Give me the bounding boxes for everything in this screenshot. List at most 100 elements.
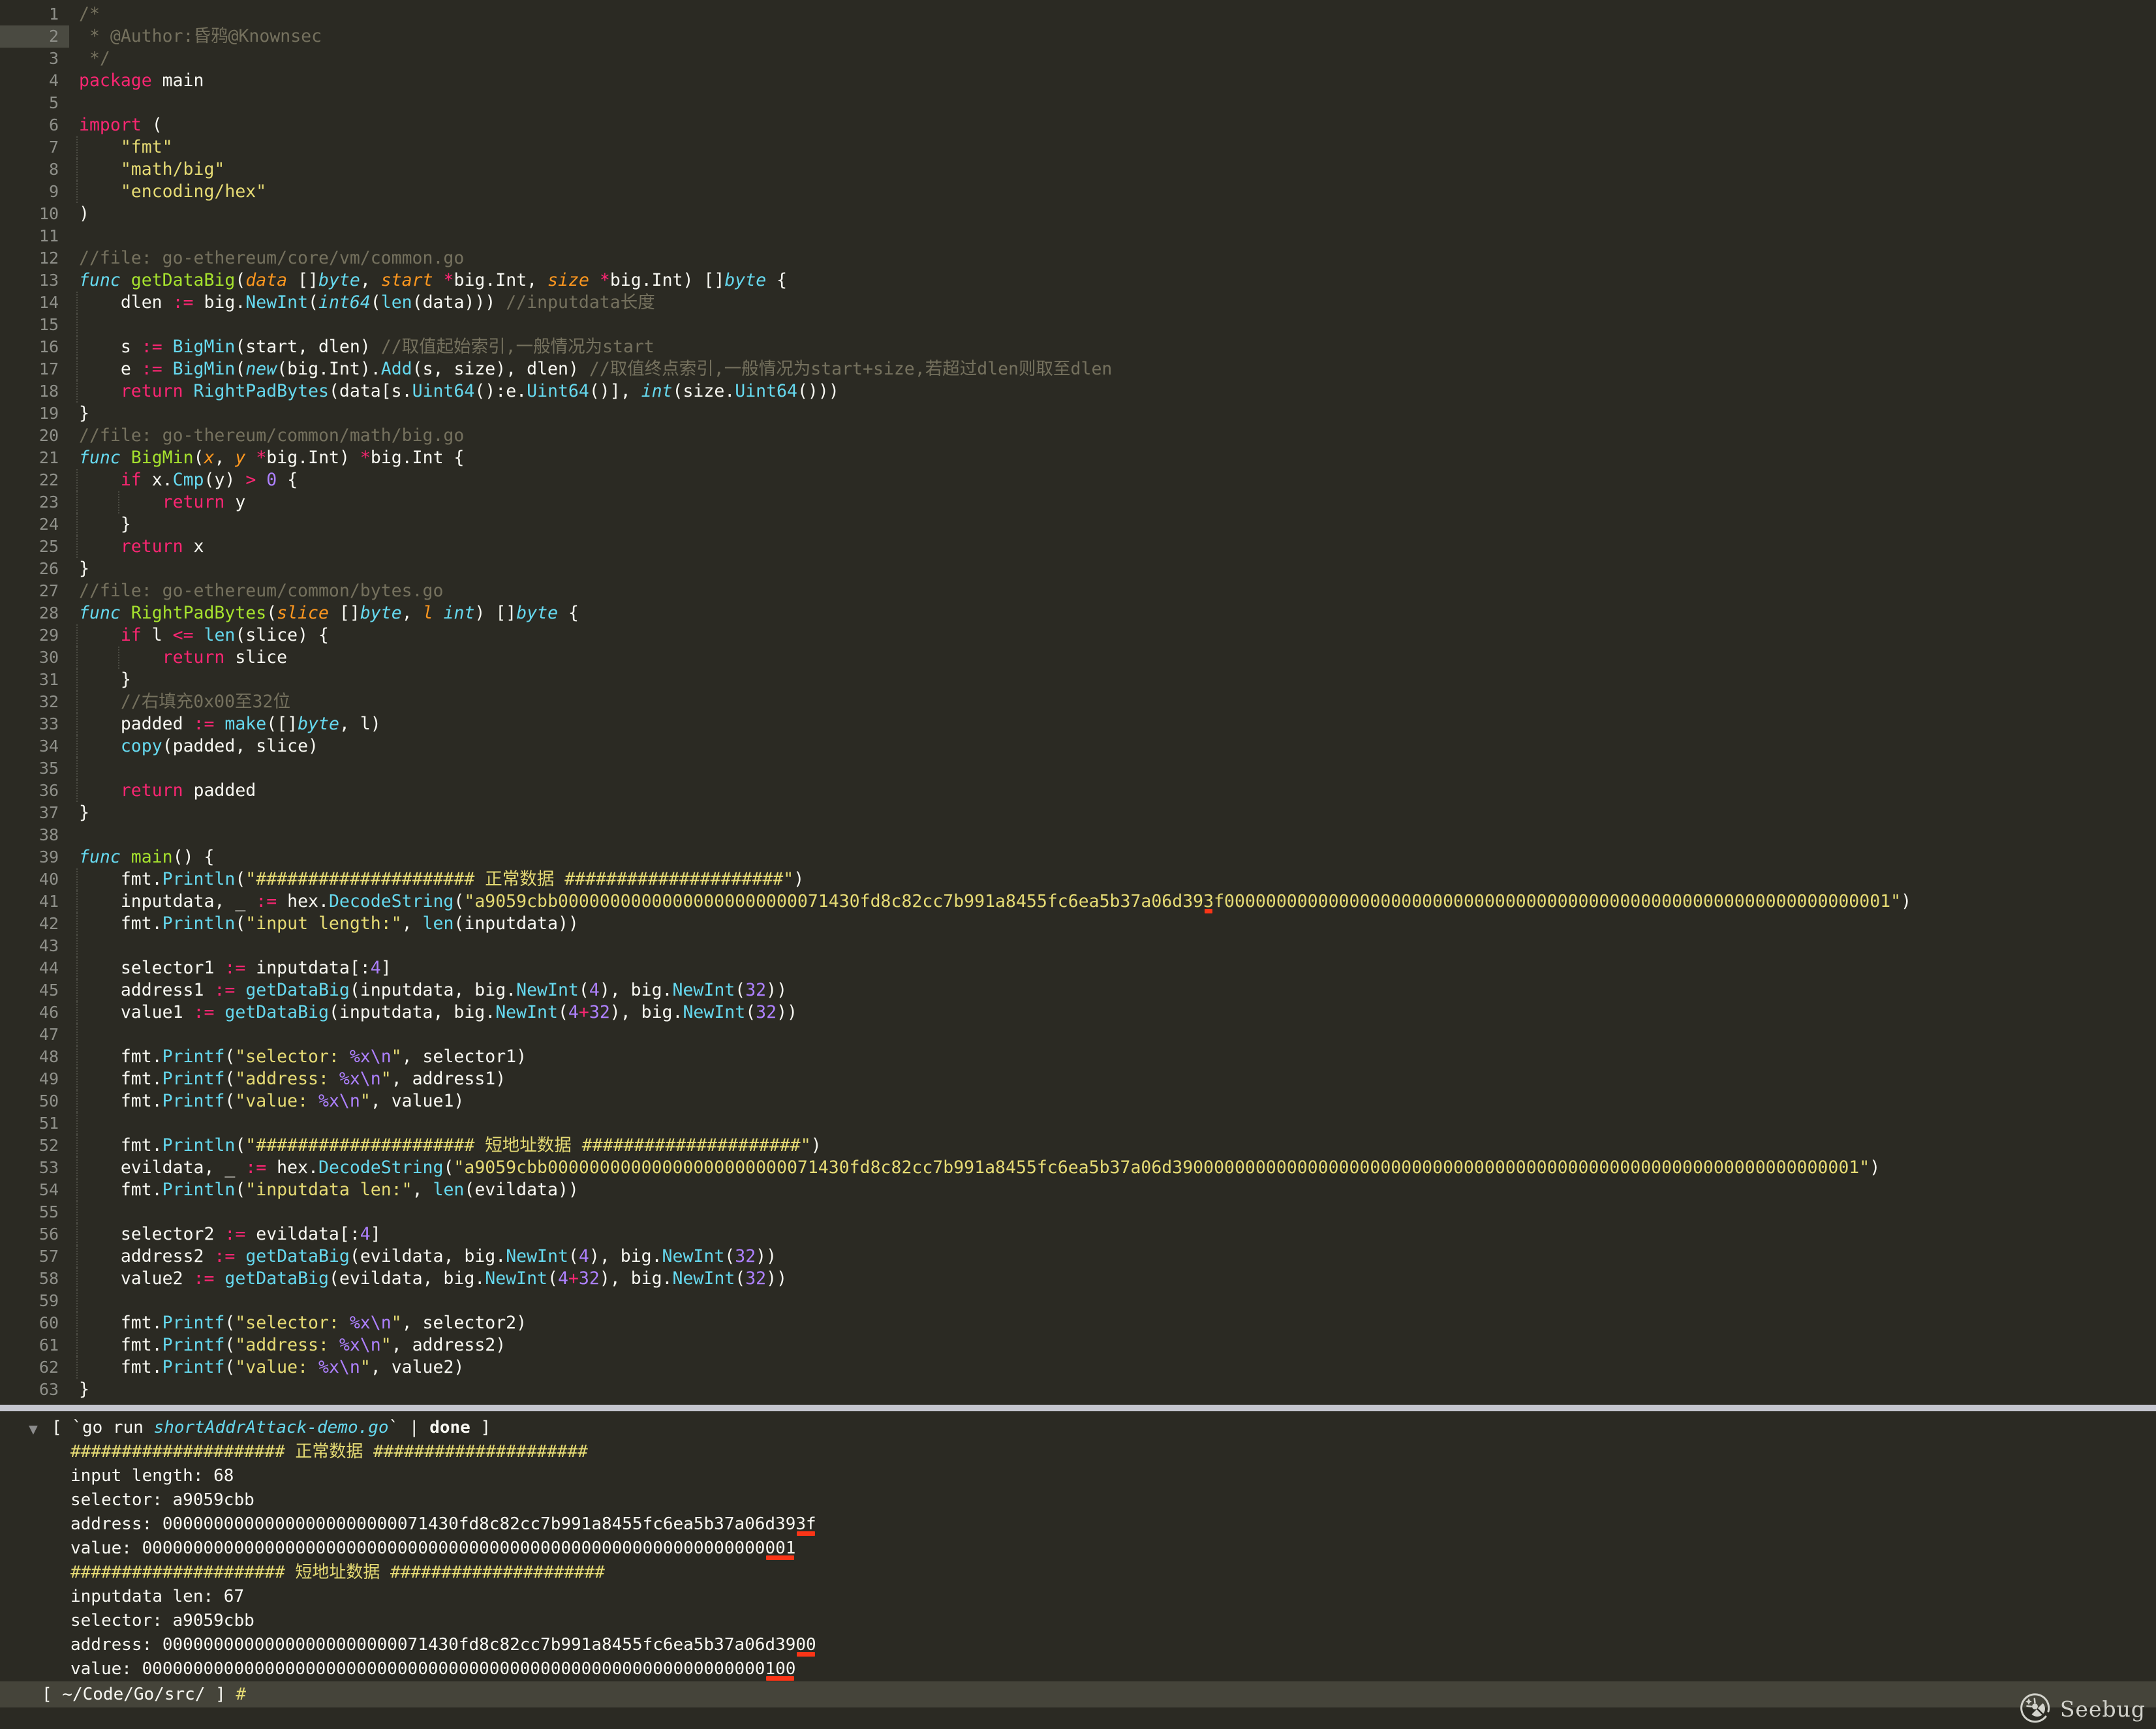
code-line[interactable]: 63}	[0, 1379, 2156, 1401]
token-f: Uint64	[735, 381, 797, 401]
code-line[interactable]: 28 func RightPadBytes(slice []byte, l int…	[0, 602, 2156, 624]
code-line[interactable]: 48 fmt.Printf("selector: %x\n", selector…	[0, 1046, 2156, 1068]
code-text: if x.Cmp(y) > 0 {	[79, 469, 298, 491]
code-line[interactable]: 59	[0, 1290, 2156, 1312]
code-line[interactable]: 17 e := BigMin(new(big.Int).Add(s, size)…	[0, 358, 2156, 380]
token-n: 4	[578, 1246, 589, 1266]
code-line[interactable]: 30 return slice	[0, 647, 2156, 669]
code-line[interactable]: 8 "math/big"	[0, 159, 2156, 181]
code-line[interactable]: 35	[0, 757, 2156, 780]
code-line[interactable]: 9 "encoding/hex"	[0, 181, 2156, 203]
code-line[interactable]: 34 copy(padded, slice)	[0, 735, 2156, 757]
collapse-triangle-icon[interactable]: ▼	[29, 1418, 38, 1441]
code-line[interactable]: 19}	[0, 403, 2156, 425]
code-line[interactable]: 23 return y	[0, 491, 2156, 513]
code-line[interactable]: 45 address1 := getDataBig(inputdata, big…	[0, 979, 2156, 1002]
code-editor[interactable]: 1/* 2 * @Author:昏鸦@Knownsec 3 */4 package m…	[0, 0, 2156, 1405]
code-line[interactable]: 1 /*	[0, 3, 2156, 25]
code-line[interactable]: 7 "fmt"	[0, 136, 2156, 159]
code-line[interactable]: 15	[0, 314, 2156, 336]
code-line[interactable]: 62 fmt.Printf("value: %x\n", value2)	[0, 1356, 2156, 1379]
seebug-bug-icon	[2020, 1691, 2054, 1727]
build-output-panel[interactable]: ▼ [ `go run shortAddrAttack-demo.go` | d…	[0, 1411, 2156, 1729]
line-number: 40	[38, 870, 59, 889]
token-w: big.Int) []	[609, 270, 725, 290]
code-line[interactable]: 6 import (	[0, 114, 2156, 136]
code-line[interactable]: 44 selector1 := inputdata[:4]	[0, 957, 2156, 979]
token-w: }	[79, 514, 131, 534]
code-line[interactable]: 5	[0, 92, 2156, 114]
code-line[interactable]: 31 }	[0, 669, 2156, 691]
code-line[interactable]: 51	[0, 1112, 2156, 1135]
indent-guide	[76, 1268, 78, 1290]
code-line[interactable]: 13 func getDataBig(data []byte, start *bi…	[0, 269, 2156, 292]
code-line[interactable]: 43	[0, 935, 2156, 957]
code-text: fmt.Printf("selector: %x\n", selector2)	[79, 1312, 527, 1334]
token-f: Printf	[162, 1091, 225, 1111]
code-line[interactable]: 32 //右填充0x00至32位	[0, 691, 2156, 713]
code-line[interactable]: 29 if l <= len(slice) {	[0, 624, 2156, 647]
code-line[interactable]: 10)	[0, 203, 2156, 225]
code-line[interactable]: 14 dlen := big.NewInt(int64(len(data))) …	[0, 292, 2156, 314]
line-number: 5	[48, 93, 59, 112]
token-t: byte	[724, 270, 767, 290]
code-line[interactable]: 21 func BigMin(x, y *big.Int) *big.Int {	[0, 447, 2156, 469]
code-line[interactable]: 16 s := BigMin(start, dlen) //取值起始索引,一般情…	[0, 336, 2156, 358]
token-w: )	[79, 204, 89, 224]
code-line[interactable]: 53 evildata, _ := hex.DecodeString("a905…	[0, 1157, 2156, 1179]
code-line[interactable]: 57 address2 := getDataBig(evildata, big.…	[0, 1246, 2156, 1268]
code-line[interactable]: 2 * @Author:昏鸦@Knownsec	[0, 25, 2156, 48]
line-number: 53	[38, 1158, 59, 1177]
token-w: ` |	[388, 1418, 430, 1437]
token-w: ]	[370, 1224, 381, 1244]
line-number: 39	[38, 848, 59, 866]
code-line[interactable]: 46 value1 := getDataBig(inputdata, big.N…	[0, 1002, 2156, 1024]
token-f: len	[433, 1180, 465, 1200]
token-w: {	[277, 470, 298, 490]
code-line[interactable]: 37}	[0, 802, 2156, 824]
code-line[interactable]: 41 inputdata, _ := hex.DecodeString("a90…	[0, 891, 2156, 913]
code-line[interactable]: 18 return RightPadBytes(data[s.Uint64():…	[0, 380, 2156, 403]
line-number: 3	[48, 49, 59, 68]
code-line[interactable]: 58 value2 := getDataBig(evildata, big.Ne…	[0, 1268, 2156, 1290]
code-line[interactable]: 26}	[0, 558, 2156, 580]
code-line[interactable]: 27 //file: go-ethereum/common/bytes.go	[0, 580, 2156, 602]
token-w: ,	[401, 603, 423, 623]
code-line[interactable]: 52 fmt.Println("##################### 短地…	[0, 1135, 2156, 1157]
terminal-prompt-bar[interactable]: [ ~/Code/Go/src/ ] #	[0, 1681, 2156, 1707]
code-line[interactable]: 49 fmt.Printf("address: %x\n", address1)	[0, 1068, 2156, 1090]
code-line[interactable]: 4 package main	[0, 70, 2156, 92]
token-e: %x\n	[349, 1047, 392, 1067]
code-text: evildata, _ := hex.DecodeString("a9059cb…	[79, 1157, 1880, 1179]
code-line[interactable]: 20 //file: go-thereum/common/math/big.go	[0, 425, 2156, 447]
token-c: //file: go-thereum/common/math/big.go	[79, 425, 465, 446]
code-line[interactable]: 47	[0, 1024, 2156, 1046]
code-line[interactable]: 40 fmt.Println("##################### 正常…	[0, 868, 2156, 891]
code-line[interactable]: 36 return padded	[0, 780, 2156, 802]
token-w	[79, 780, 121, 801]
code-line[interactable]: 38	[0, 824, 2156, 846]
code-line[interactable]: 25 return x	[0, 536, 2156, 558]
code-line[interactable]: 24 }	[0, 513, 2156, 536]
code-line[interactable]: 12 //file: go-ethereum/core/vm/common.go	[0, 247, 2156, 269]
code-line[interactable]: 54 fmt.Println("inputdata len:", len(evi…	[0, 1179, 2156, 1201]
code-line[interactable]: 42 fmt.Println("input length:", len(inpu…	[0, 913, 2156, 935]
code-line[interactable]: 61 fmt.Printf("address: %x\n", address2)	[0, 1334, 2156, 1356]
indent-guide	[76, 780, 78, 802]
code-line[interactable]: 22 if x.Cmp(y) > 0 {	[0, 469, 2156, 491]
token-w	[79, 625, 121, 645]
code-line[interactable]: 33 padded := make([]byte, l)	[0, 713, 2156, 735]
code-line[interactable]: 11	[0, 225, 2156, 247]
token-f: Println	[162, 1135, 236, 1155]
line-number: 19	[38, 404, 59, 423]
panel-divider[interactable]	[0, 1405, 2156, 1411]
code-text: if l <= len(slice) {	[79, 624, 329, 647]
code-line[interactable]: 55	[0, 1201, 2156, 1223]
code-line[interactable]: 39 func main() {	[0, 846, 2156, 868]
token-k: if	[120, 470, 142, 490]
code-line[interactable]: 60 fmt.Printf("selector: %x\n", selector…	[0, 1312, 2156, 1334]
code-line[interactable]: 50 fmt.Printf("value: %x\n", value1)	[0, 1090, 2156, 1112]
code-line[interactable]: 56 selector2 := evildata[:4]	[0, 1223, 2156, 1246]
code-line[interactable]: 3 */	[0, 48, 2156, 70]
line-number: 61	[38, 1336, 59, 1354]
